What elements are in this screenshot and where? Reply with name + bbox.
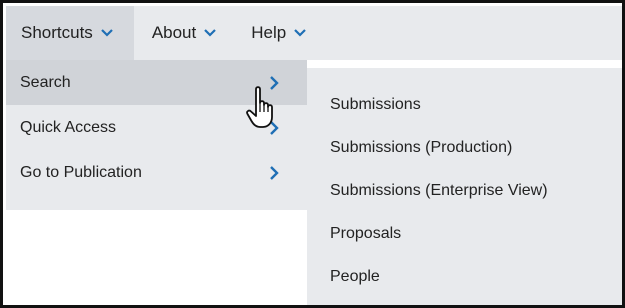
flyout-item-label: Proposals [330,224,402,242]
flyout-item-submissions-enterprise-view[interactable]: Submissions (Enterprise View) [307,169,622,212]
submenu-item-label: Go to Publication [20,163,142,181]
flyout-item-label: Submissions [330,95,421,113]
chevron-right-icon [269,120,279,136]
submenu-item-go-to-publication[interactable]: Go to Publication [6,150,307,195]
shortcuts-dropdown: Search Quick Access Go to Publication [6,60,307,210]
search-flyout-menu: Submissions Submissions (Production) Sub… [307,68,622,305]
chevron-down-icon [203,28,217,38]
flyout-item-label: Submissions (Production) [330,138,513,156]
chevron-down-icon [293,28,307,38]
chevron-right-icon [269,165,279,181]
submenu-item-search[interactable]: Search [6,60,307,105]
menu-shortcuts-label: Shortcuts [21,23,93,42]
submenu-item-label: Search [20,73,71,91]
chevron-down-icon [100,28,114,38]
flyout-item-label: People [330,267,380,285]
top-menu-bar: Shortcuts About Help [6,6,622,60]
submenu-item-label: Quick Access [20,118,117,136]
flyout-item-submissions[interactable]: Submissions [307,83,622,126]
flyout-item-submissions-production[interactable]: Submissions (Production) [307,126,622,169]
flyout-item-proposals[interactable]: Proposals [307,212,622,255]
menu-about[interactable]: About [134,6,235,60]
submenu-item-quick-access[interactable]: Quick Access [6,105,307,150]
menu-help-label: Help [251,23,287,42]
menu-about-label: About [151,23,197,42]
flyout-item-people[interactable]: People [307,255,622,298]
menu-help[interactable]: Help [235,6,317,60]
menu-shortcuts[interactable]: Shortcuts [6,6,134,60]
chevron-right-icon [269,75,279,91]
flyout-item-label: Submissions (Enterprise View) [330,181,548,199]
screenshot-frame: Shortcuts About Help Search Quick Access… [0,0,625,308]
